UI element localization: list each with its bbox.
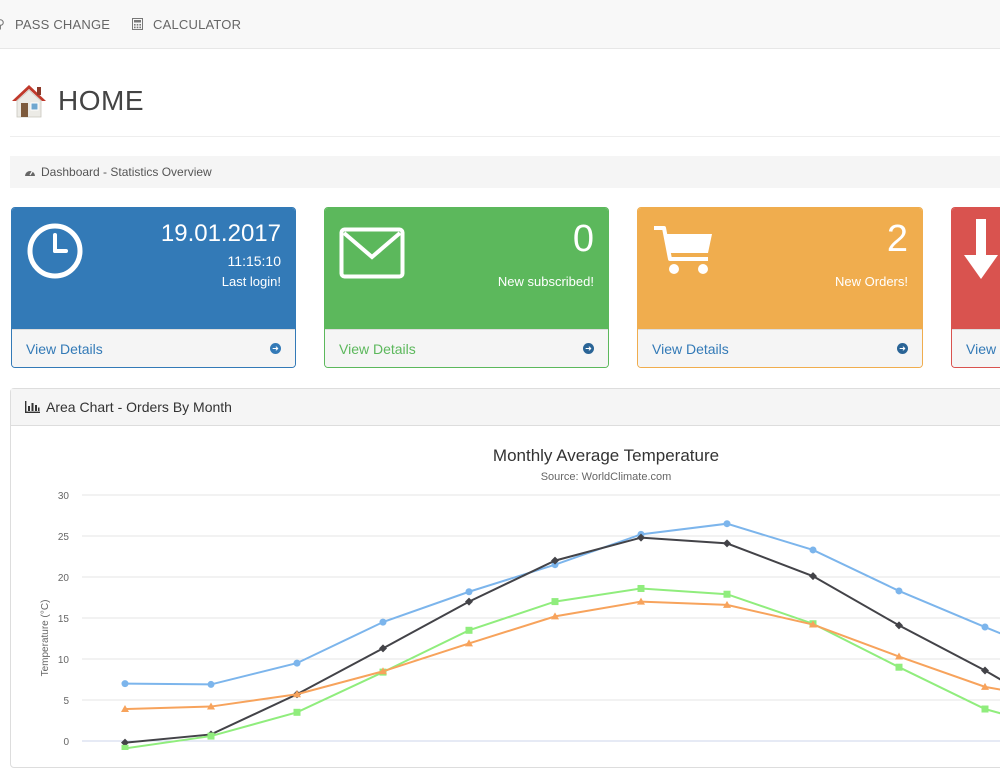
top-navbar: ⚲ PASS CHANGE CALCULATOR xyxy=(0,0,1000,49)
bar-chart-icon xyxy=(25,401,40,413)
panel-new-orders-footer[interactable]: View Details ➜ xyxy=(638,329,922,367)
panel-last-login: 19.01.2017 11:15:10 Last login! View Det… xyxy=(11,207,296,368)
panel-new-orders-heading: 2 New Orders! xyxy=(638,208,922,331)
breadcrumb: Dashboard - Statistics Overview xyxy=(10,156,1000,188)
panel-new-orders: 2 New Orders! View Details ➜ xyxy=(637,207,923,368)
panel-last-login-footer[interactable]: View Details ➜ xyxy=(12,329,295,367)
arrow-circle-right-icon: ➜ xyxy=(270,343,281,354)
nav-calculator-label: CALCULATOR xyxy=(153,16,242,32)
new-subscribed-caption: New subscribed! xyxy=(497,274,594,289)
view-details-link[interactable]: View Details xyxy=(966,341,1000,357)
dashboard-icon xyxy=(25,170,35,176)
last-login-date: 19.01.2017 xyxy=(160,220,281,247)
panel-new-subscribed: 0 New subscribed! View Details ➜ xyxy=(324,207,609,368)
page-header: HOME xyxy=(10,80,144,122)
key-icon: ⚲ xyxy=(0,17,5,31)
calculator-icon xyxy=(132,18,143,30)
arrow-down-icon xyxy=(964,219,998,279)
panel-alert-footer[interactable]: View Details xyxy=(952,329,1000,367)
breadcrumb-label: Dashboard - Statistics Overview xyxy=(41,165,212,179)
arrow-circle-right-icon: ➜ xyxy=(897,343,908,354)
nav-calculator[interactable]: CALCULATOR xyxy=(132,0,241,48)
panel-last-login-heading: 19.01.2017 11:15:10 Last login! xyxy=(12,208,295,331)
last-login-caption: Last login! xyxy=(221,274,281,289)
clock-icon xyxy=(27,223,83,279)
view-details-link[interactable]: View Details xyxy=(26,341,103,357)
last-login-time: 11:15:10 xyxy=(227,253,281,269)
panel-new-subscribed-heading: 0 New subscribed! xyxy=(325,208,608,331)
new-orders-caption: New Orders! xyxy=(835,274,908,289)
chart-panel-title: Area Chart - Orders By Month xyxy=(46,399,232,415)
new-subscribed-count: 0 xyxy=(572,218,594,260)
envelope-icon xyxy=(339,227,405,279)
view-details-link[interactable]: View Details xyxy=(652,341,729,357)
panel-alert-heading xyxy=(952,208,1000,331)
house-icon xyxy=(12,85,46,118)
page-title: HOME xyxy=(58,85,144,116)
cart-icon xyxy=(654,226,712,274)
view-details-link[interactable]: View Details xyxy=(339,341,416,357)
nav-pass-change[interactable]: ⚲ PASS CHANGE xyxy=(0,0,110,48)
arrow-circle-right-icon: ➜ xyxy=(583,343,594,354)
panel-alert: View Details xyxy=(951,207,1000,368)
panel-new-subscribed-footer[interactable]: View Details ➜ xyxy=(325,329,608,367)
header-divider xyxy=(10,136,1000,137)
chart-panel: Area Chart - Orders By Month xyxy=(10,388,1000,768)
nav-pass-change-label: PASS CHANGE xyxy=(15,16,111,32)
chart-panel-heading: Area Chart - Orders By Month xyxy=(11,389,1000,426)
new-orders-count: 2 xyxy=(886,218,908,260)
